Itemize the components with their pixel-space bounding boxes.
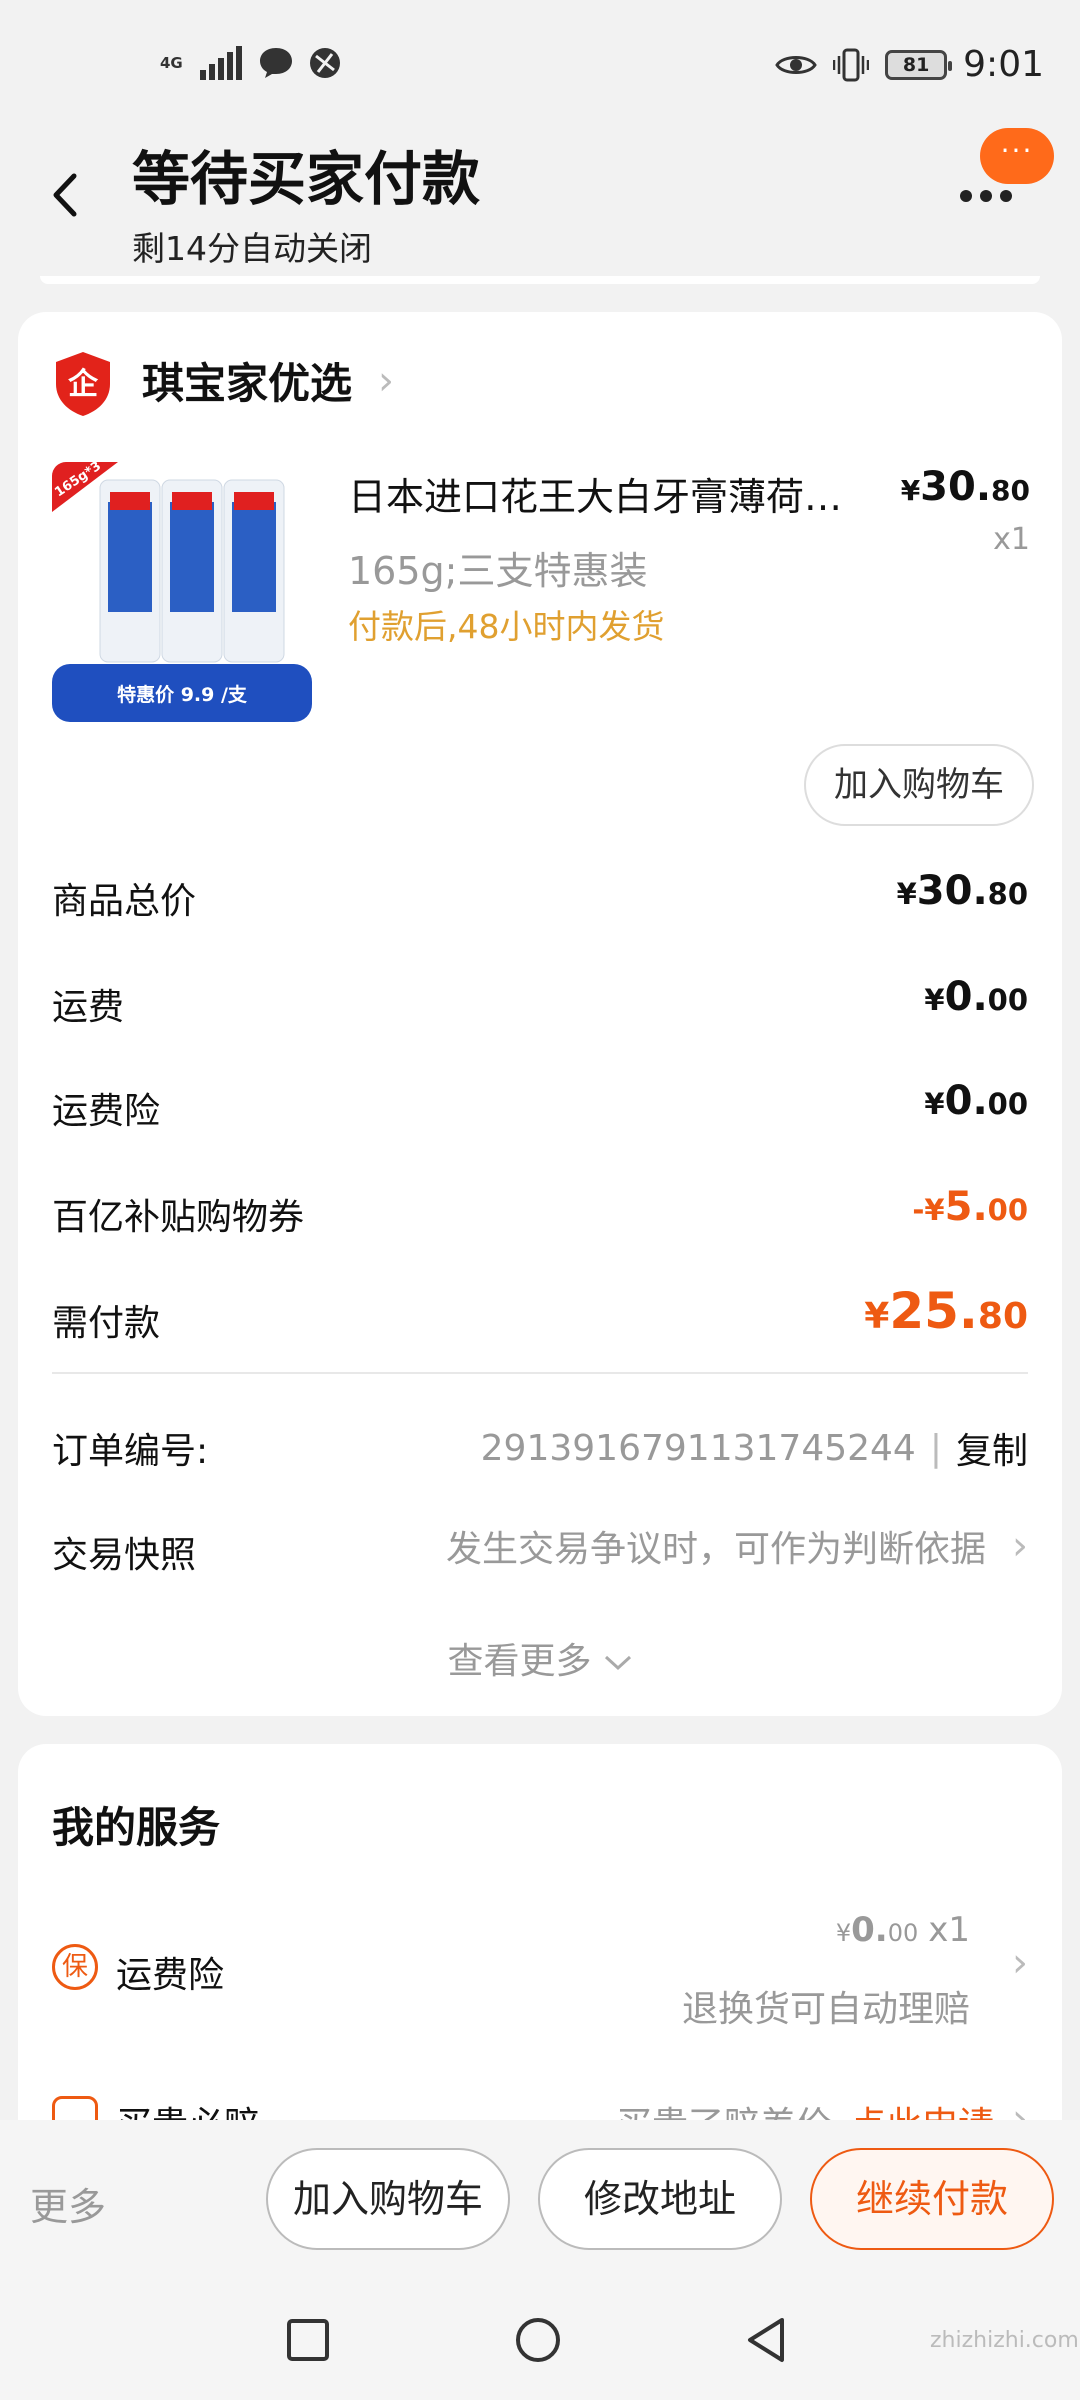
back-nav-icon[interactable] [744,2316,788,2364]
watermark: zhizhizhi.com [930,2328,1079,2353]
price-row-label: 需付款 [52,1303,161,1344]
product-spec: 165g;三支特惠装 [348,549,648,593]
battery-icon: 81 [885,49,953,80]
snapshot-label: 交易快照 [52,1535,197,1576]
countdown-text: 剩14分自动关闭 [132,229,372,268]
order-number-row: 2913916791131745244 | 复制 [481,1422,1028,1474]
price-row-label: 百亿补贴购物券 [52,1197,305,1238]
message-icon [260,48,292,78]
home-icon[interactable] [514,2316,562,2364]
network-type: 4G [160,53,183,72]
header-divider [40,276,1040,284]
price-guarantee-icon [52,2096,98,2120]
amount-due-value: ¥25.80 [864,1282,1028,1340]
shop-header[interactable]: 琪宝家优选 › [142,350,394,411]
copy-button[interactable]: 复制 [956,1422,1028,1474]
service-label: 运费险 [116,1955,225,1996]
status-right-icons: 81 9:01 [775,44,1044,85]
order-number: 2913916791131745244 [480,1427,916,1469]
price-row-label: 运费 [52,987,125,1028]
chevron-right-icon: › [378,357,395,404]
add-to-cart-button[interactable]: 加入购物车 [804,744,1034,826]
image-banner-text: 特惠价 9.9 /支 [117,684,247,706]
eye-icon [775,55,817,74]
divider [52,1372,1028,1374]
vibrate-icon [833,48,870,81]
see-more-label: 查看更多 [447,1641,592,1682]
product-price: ¥30.80 [900,464,1030,510]
add-to-cart-bottom-button[interactable]: 加入购物车 [266,2148,510,2250]
insurance-badge-icon: 保 [52,1944,98,1990]
snapshot-row[interactable]: 发生交易争议时，可作为判断依据 › [446,1520,1028,1572]
chat-bubble-icon[interactable]: ··· [980,128,1054,184]
subtotal-value: ¥30.80 [896,868,1028,914]
service-price: ¥0.00 x1 [835,1910,970,1950]
order-number-label: 订单编号: [52,1431,209,1472]
product-quantity: x1 [993,522,1030,557]
product-image[interactable]: 特惠价 9.9 /支 165g*3 [52,462,312,722]
coupon-value: -¥5.00 [912,1184,1028,1230]
vpn-icon [310,48,340,78]
svg-text:企: 企 [68,367,99,402]
status-left-icons: 4G [160,46,342,80]
shipping-insurance-value: ¥0.00 [924,1078,1028,1124]
more-options-icon[interactable] [960,190,1012,202]
chevron-right-icon: › [1012,1523,1028,1569]
continue-payment-button[interactable]: 继续付款 [810,2148,1054,2250]
service-desc: 退换货可自动理赔 [681,1989,970,2030]
back-icon[interactable] [46,170,86,220]
more-button[interactable]: 更多 [30,2176,106,2231]
shop-shield-icon: 企 [56,352,110,416]
page-title: 等待买家付款 [132,145,481,213]
shipping-fee-value: ¥0.00 [924,974,1028,1020]
product-title[interactable]: 日本进口花王大白牙膏薄荷… [348,466,878,521]
chevron-down-icon [604,1655,631,1671]
service-desc-row: 买贵了赔差价 点此申请 › [616,2096,1028,2120]
price-row-label: 运费险 [52,1091,161,1132]
price-row-label: 商品总价 [52,881,197,922]
services-title: 我的服务 [52,1803,221,1852]
see-more-button[interactable]: 查看更多 [0,1632,1080,1684]
service-label: 买贵必赔 [116,2096,260,2120]
clock: 9:01 [963,44,1044,85]
chevron-right-icon: › [1012,1940,1028,1986]
recents-icon[interactable] [286,2318,330,2362]
edit-address-button[interactable]: 修改地址 [538,2148,782,2250]
shop-name: 琪宝家优选 [142,359,353,408]
service-item-price-guarantee[interactable]: 买贵必赔 买贵了赔差价 点此申请 › [18,2080,1062,2120]
snapshot-value: 发生交易争议时，可作为判断依据 [445,1529,986,1570]
separator: | [929,1427,942,1469]
signal-icon [200,46,242,80]
shipping-note: 付款后,48小时内发货 [348,607,665,646]
